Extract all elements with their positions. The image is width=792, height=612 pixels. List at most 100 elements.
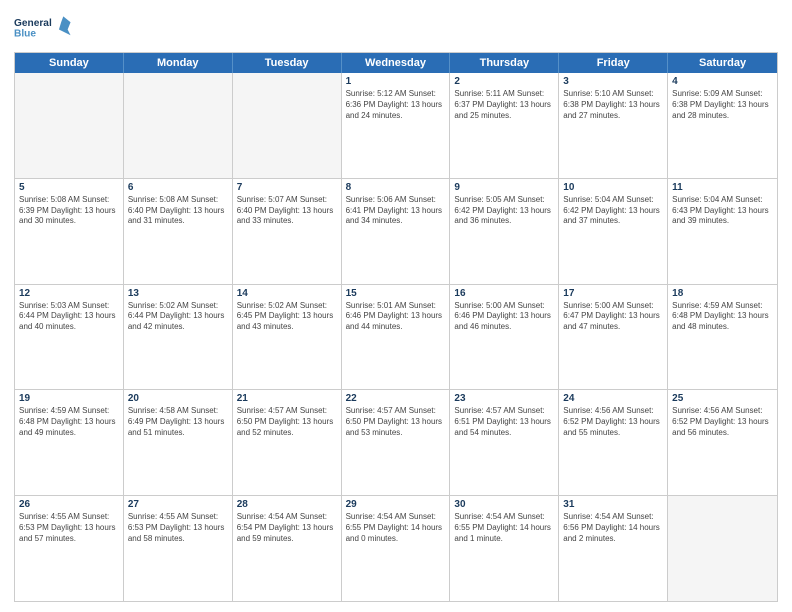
day-number: 17 [563, 288, 663, 299]
cell-info: Sunrise: 4:56 AM Sunset: 6:52 PM Dayligh… [563, 406, 663, 438]
calendar-cell: 26 Sunrise: 4:55 AM Sunset: 6:53 PM Dayli… [15, 496, 124, 601]
calendar-cell [668, 496, 777, 601]
day-number: 15 [346, 288, 446, 299]
cell-info: Sunrise: 5:05 AM Sunset: 6:42 PM Dayligh… [454, 195, 554, 227]
cell-info: Sunrise: 5:04 AM Sunset: 6:42 PM Dayligh… [563, 195, 663, 227]
cell-info: Sunrise: 5:00 AM Sunset: 6:46 PM Dayligh… [454, 301, 554, 333]
cell-info: Sunrise: 5:08 AM Sunset: 6:39 PM Dayligh… [19, 195, 119, 227]
calendar-cell: 9 Sunrise: 5:05 AM Sunset: 6:42 PM Daylig… [450, 179, 559, 284]
page: General Blue SundayMondayTuesdayWednesda… [0, 0, 792, 612]
day-number: 29 [346, 499, 446, 510]
cell-info: Sunrise: 5:08 AM Sunset: 6:40 PM Dayligh… [128, 195, 228, 227]
calendar-cell: 28 Sunrise: 4:54 AM Sunset: 6:54 PM Dayli… [233, 496, 342, 601]
calendar-week-row: 1 Sunrise: 5:12 AM Sunset: 6:36 PM Daylig… [15, 73, 777, 179]
cell-info: Sunrise: 5:11 AM Sunset: 6:37 PM Dayligh… [454, 89, 554, 121]
calendar-body: 1 Sunrise: 5:12 AM Sunset: 6:36 PM Daylig… [15, 73, 777, 601]
cal-header-day: Thursday [450, 53, 559, 73]
cell-info: Sunrise: 4:54 AM Sunset: 6:55 PM Dayligh… [454, 512, 554, 544]
day-number: 2 [454, 76, 554, 87]
cell-info: Sunrise: 5:10 AM Sunset: 6:38 PM Dayligh… [563, 89, 663, 121]
cell-info: Sunrise: 5:04 AM Sunset: 6:43 PM Dayligh… [672, 195, 773, 227]
cal-header-day: Friday [559, 53, 668, 73]
calendar-cell: 31 Sunrise: 4:54 AM Sunset: 6:56 PM Dayli… [559, 496, 668, 601]
day-number: 28 [237, 499, 337, 510]
calendar-cell: 6 Sunrise: 5:08 AM Sunset: 6:40 PM Daylig… [124, 179, 233, 284]
calendar-cell: 11 Sunrise: 5:04 AM Sunset: 6:43 PM Dayli… [668, 179, 777, 284]
day-number: 20 [128, 393, 228, 404]
calendar-cell [124, 73, 233, 178]
day-number: 3 [563, 76, 663, 87]
calendar-cell: 3 Sunrise: 5:10 AM Sunset: 6:38 PM Daylig… [559, 73, 668, 178]
calendar-cell: 24 Sunrise: 4:56 AM Sunset: 6:52 PM Dayli… [559, 390, 668, 495]
day-number: 12 [19, 288, 119, 299]
calendar-cell: 22 Sunrise: 4:57 AM Sunset: 6:50 PM Dayli… [342, 390, 451, 495]
calendar-cell: 25 Sunrise: 4:56 AM Sunset: 6:52 PM Dayli… [668, 390, 777, 495]
svg-text:Blue: Blue [14, 29, 36, 40]
day-number: 27 [128, 499, 228, 510]
day-number: 23 [454, 393, 554, 404]
cell-info: Sunrise: 4:54 AM Sunset: 6:56 PM Dayligh… [563, 512, 663, 544]
cell-info: Sunrise: 4:55 AM Sunset: 6:53 PM Dayligh… [19, 512, 119, 544]
cell-info: Sunrise: 4:57 AM Sunset: 6:50 PM Dayligh… [346, 406, 446, 438]
calendar-cell: 27 Sunrise: 4:55 AM Sunset: 6:53 PM Dayli… [124, 496, 233, 601]
logo-svg: General Blue [14, 10, 72, 46]
calendar-cell: 7Sunrise: 5:07 AM Sunset: 6:40 PM Daylig… [233, 179, 342, 284]
calendar-week-row: 19 Sunrise: 4:59 AM Sunset: 6:48 PM Dayli… [15, 390, 777, 496]
day-number: 19 [19, 393, 119, 404]
cell-info: Sunrise: 5:02 AM Sunset: 6:44 PM Dayligh… [128, 301, 228, 333]
cell-info: Sunrise: 5:00 AM Sunset: 6:47 PM Dayligh… [563, 301, 663, 333]
day-number: 21 [237, 393, 337, 404]
day-number: 8 [346, 182, 446, 193]
calendar-cell: 1 Sunrise: 5:12 AM Sunset: 6:36 PM Daylig… [342, 73, 451, 178]
cal-header-day: Saturday [668, 53, 777, 73]
cell-info: Sunrise: 4:56 AM Sunset: 6:52 PM Dayligh… [672, 406, 773, 438]
calendar-cell: 29 Sunrise: 4:54 AM Sunset: 6:55 PM Dayli… [342, 496, 451, 601]
calendar-cell: 10 Sunrise: 5:04 AM Sunset: 6:42 PM Dayli… [559, 179, 668, 284]
cell-info: Sunrise: 5:09 AM Sunset: 6:38 PM Dayligh… [672, 89, 773, 121]
day-number: 22 [346, 393, 446, 404]
cell-info: Sunrise: 5:02 AM Sunset: 6:45 PM Dayligh… [237, 301, 337, 333]
day-number: 26 [19, 499, 119, 510]
cal-header-day: Tuesday [233, 53, 342, 73]
calendar-week-row: 5Sunrise: 5:08 AM Sunset: 6:39 PM Daylig… [15, 179, 777, 285]
cell-info: Sunrise: 4:54 AM Sunset: 6:55 PM Dayligh… [346, 512, 446, 544]
cell-info: Sunrise: 4:59 AM Sunset: 6:48 PM Dayligh… [672, 301, 773, 333]
calendar-cell: 12 Sunrise: 5:03 AM Sunset: 6:44 PM Dayli… [15, 285, 124, 390]
calendar-week-row: 26 Sunrise: 4:55 AM Sunset: 6:53 PM Dayli… [15, 496, 777, 601]
day-number: 1 [346, 76, 446, 87]
cell-info: Sunrise: 4:57 AM Sunset: 6:51 PM Dayligh… [454, 406, 554, 438]
day-number: 10 [563, 182, 663, 193]
cell-info: Sunrise: 4:55 AM Sunset: 6:53 PM Dayligh… [128, 512, 228, 544]
logo: General Blue [14, 10, 72, 46]
cell-info: Sunrise: 4:59 AM Sunset: 6:48 PM Dayligh… [19, 406, 119, 438]
calendar-cell: 20 Sunrise: 4:58 AM Sunset: 6:49 PM Dayli… [124, 390, 233, 495]
cell-info: Sunrise: 4:58 AM Sunset: 6:49 PM Dayligh… [128, 406, 228, 438]
day-number: 25 [672, 393, 773, 404]
day-number: 6 [128, 182, 228, 193]
day-number: 18 [672, 288, 773, 299]
calendar-week-row: 12 Sunrise: 5:03 AM Sunset: 6:44 PM Dayli… [15, 285, 777, 391]
cell-info: Sunrise: 4:57 AM Sunset: 6:50 PM Dayligh… [237, 406, 337, 438]
cal-header-day: Monday [124, 53, 233, 73]
calendar-cell: 2 Sunrise: 5:11 AM Sunset: 6:37 PM Daylig… [450, 73, 559, 178]
calendar-cell: 14 Sunrise: 5:02 AM Sunset: 6:45 PM Dayli… [233, 285, 342, 390]
calendar-cell: 18 Sunrise: 4:59 AM Sunset: 6:48 PM Dayli… [668, 285, 777, 390]
day-number: 13 [128, 288, 228, 299]
day-number: 14 [237, 288, 337, 299]
calendar-cell: 8Sunrise: 5:06 AM Sunset: 6:41 PM Daylig… [342, 179, 451, 284]
cal-header-day: Sunday [15, 53, 124, 73]
day-number: 31 [563, 499, 663, 510]
calendar-cell: 16 Sunrise: 5:00 AM Sunset: 6:46 PM Dayli… [450, 285, 559, 390]
cell-info: Sunrise: 5:01 AM Sunset: 6:46 PM Dayligh… [346, 301, 446, 333]
day-number: 30 [454, 499, 554, 510]
cell-info: Sunrise: 4:54 AM Sunset: 6:54 PM Dayligh… [237, 512, 337, 544]
calendar-header: SundayMondayTuesdayWednesdayThursdayFrid… [15, 53, 777, 73]
day-number: 24 [563, 393, 663, 404]
day-number: 9 [454, 182, 554, 193]
cell-info: Sunrise: 5:12 AM Sunset: 6:36 PM Dayligh… [346, 89, 446, 121]
calendar-cell: 21 Sunrise: 4:57 AM Sunset: 6:50 PM Dayli… [233, 390, 342, 495]
cell-info: Sunrise: 5:03 AM Sunset: 6:44 PM Dayligh… [19, 301, 119, 333]
calendar-cell: 4Sunrise: 5:09 AM Sunset: 6:38 PM Daylig… [668, 73, 777, 178]
day-number: 11 [672, 182, 773, 193]
day-number: 16 [454, 288, 554, 299]
